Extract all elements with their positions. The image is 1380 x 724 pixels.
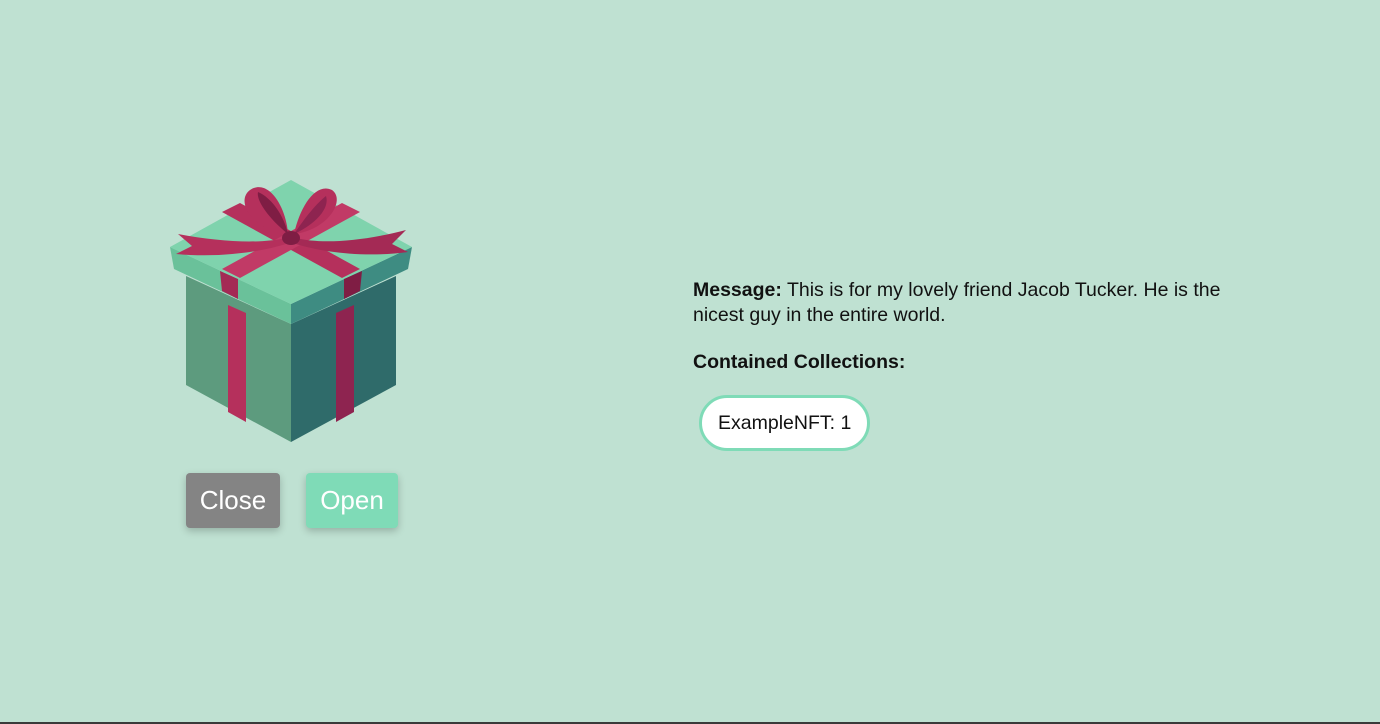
open-button[interactable]: Open xyxy=(306,473,398,528)
collections-list: ExampleNFT: 1 xyxy=(693,395,1233,451)
collections-heading: Contained Collections: xyxy=(693,351,906,373)
bow-knot xyxy=(282,231,300,245)
ribbon-left-vertical xyxy=(228,305,246,422)
message-paragraph: Message: This is for my lovely friend Ja… xyxy=(693,278,1233,328)
gift-details: Message: This is for my lovely friend Ja… xyxy=(693,278,1233,451)
close-button[interactable]: Close xyxy=(186,473,280,528)
gift-box-icon xyxy=(170,180,412,442)
gift-box-illustration xyxy=(160,172,422,448)
message-label: Message: xyxy=(693,279,782,301)
collection-badge: ExampleNFT: 1 xyxy=(699,395,871,451)
ribbon-right-vertical xyxy=(336,305,354,422)
gift-page: Close Open Message: This is for my lovel… xyxy=(0,0,1380,724)
